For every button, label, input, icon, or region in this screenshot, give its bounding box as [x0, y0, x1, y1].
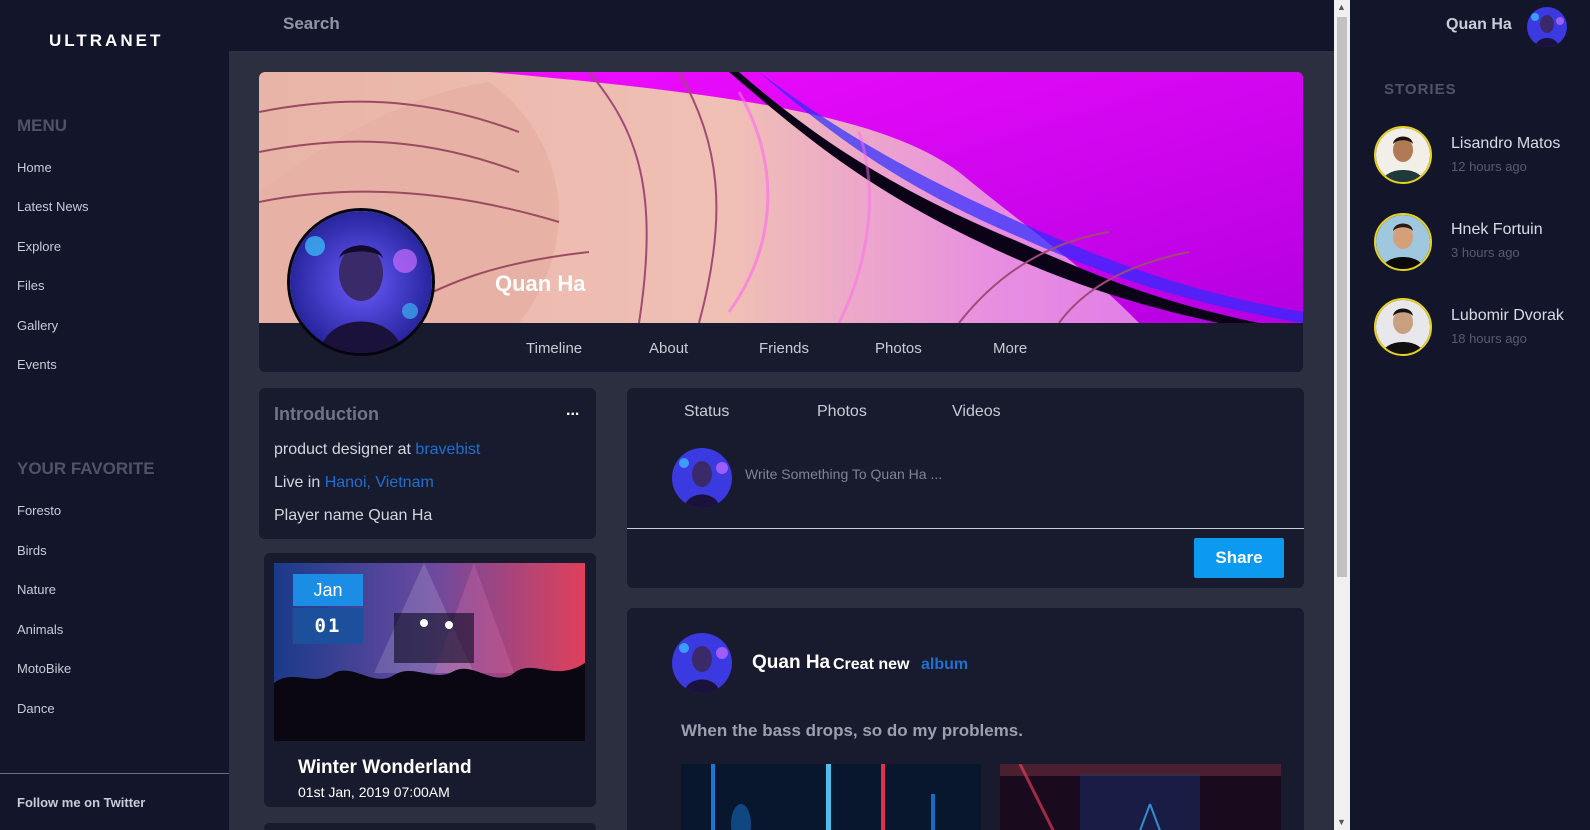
brand-logo[interactable]: ULTRANET — [49, 31, 163, 51]
menu-item-explore[interactable]: Explore — [17, 239, 61, 254]
right-sidebar — [1350, 0, 1590, 830]
event-day-badge: 01 — [293, 608, 363, 644]
event-month-badge: Jan — [293, 574, 363, 606]
menu-heading: MENU — [17, 116, 68, 135]
story-name[interactable]: Hnek Fortuin — [1451, 221, 1543, 239]
scroll-down-arrow-icon[interactable]: ▼ — [1337, 817, 1346, 827]
composer-divider — [627, 528, 1304, 529]
event-date: 01st Jan, 2019 07:00AM — [298, 784, 450, 800]
event-title[interactable]: Winter Wonderland — [298, 757, 472, 779]
tab-friends[interactable]: Friends — [759, 340, 809, 357]
stories-heading: STORIES — [1384, 81, 1457, 98]
intro-company-link[interactable]: bravebist — [415, 441, 480, 458]
next-card-stub — [264, 823, 596, 830]
current-user-name[interactable]: Quan Ha — [1446, 16, 1512, 34]
post-image[interactable] — [1000, 764, 1281, 830]
composer-tab-photos[interactable]: Photos — [817, 403, 867, 421]
status-input[interactable] — [745, 466, 1145, 482]
tab-about[interactable]: About — [649, 340, 688, 357]
intro-job-line: product designer at bravebist — [274, 441, 480, 459]
favorite-item-motobike[interactable]: MotoBike — [17, 661, 71, 676]
scroll-up-arrow-icon[interactable]: ▲ — [1337, 2, 1346, 12]
current-user-avatar[interactable] — [1527, 7, 1567, 47]
story-avatar[interactable] — [1374, 213, 1432, 271]
story-time: 12 hours ago — [1451, 159, 1527, 174]
post-image[interactable] — [681, 764, 981, 830]
intro-location-link[interactable]: Hanoi, Vietnam — [325, 474, 434, 491]
favorite-item-birds[interactable]: Birds — [17, 543, 47, 558]
post-author-avatar[interactable] — [672, 633, 732, 693]
post-album-link[interactable]: album — [921, 656, 968, 674]
story-avatar[interactable] — [1374, 126, 1432, 184]
introduction-more-button[interactable]: ... — [566, 402, 579, 420]
menu-item-home[interactable]: Home — [17, 160, 52, 175]
composer-tab-status[interactable]: Status — [684, 403, 729, 421]
tab-more[interactable]: More — [993, 340, 1027, 357]
tab-photos[interactable]: Photos — [875, 340, 922, 357]
story-time: 3 hours ago — [1451, 245, 1520, 260]
menu-item-latest-news[interactable]: Latest News — [17, 199, 89, 214]
favorite-item-nature[interactable]: Nature — [17, 582, 56, 597]
menu-item-events[interactable]: Events — [17, 357, 57, 372]
post-action-text: Creat new — [833, 656, 910, 673]
tab-timeline[interactable]: Timeline — [526, 340, 582, 357]
profile-avatar[interactable] — [287, 208, 435, 356]
scrollbar-thumb[interactable] — [1337, 17, 1347, 577]
profile-name: Quan Ha — [495, 271, 586, 296]
menu-item-gallery[interactable]: Gallery — [17, 318, 58, 333]
favorite-item-dance[interactable]: Dance — [17, 701, 55, 716]
intro-job-text: product designer at — [274, 441, 416, 458]
introduction-title: Introduction — [274, 404, 379, 424]
intro-player-line: Player name Quan Ha — [274, 507, 433, 524]
follow-twitter-link[interactable]: Follow me on Twitter — [17, 795, 145, 810]
favorite-item-animals[interactable]: Animals — [17, 622, 63, 637]
post-text: When the bass drops, so do my problems. — [681, 721, 1023, 740]
intro-location-text: Live in — [274, 474, 325, 491]
favorite-item-foresto[interactable]: Foresto — [17, 503, 61, 518]
composer-avatar — [672, 448, 732, 508]
composer-tab-videos[interactable]: Videos — [952, 403, 1001, 421]
post-author-name[interactable]: Quan Ha — [752, 652, 830, 674]
story-name[interactable]: Lubomir Dvorak — [1451, 307, 1564, 325]
share-button[interactable]: Share — [1194, 538, 1284, 578]
story-time: 18 hours ago — [1451, 331, 1527, 346]
story-avatar[interactable] — [1374, 298, 1432, 356]
intro-location-line: Live in Hanoi, Vietnam — [274, 474, 434, 492]
story-name[interactable]: Lisandro Matos — [1451, 135, 1560, 153]
search-input[interactable] — [283, 14, 583, 34]
sidebar-divider — [0, 773, 229, 774]
menu-item-files[interactable]: Files — [17, 278, 44, 293]
favorites-heading: YOUR FAVORITE — [17, 459, 155, 478]
